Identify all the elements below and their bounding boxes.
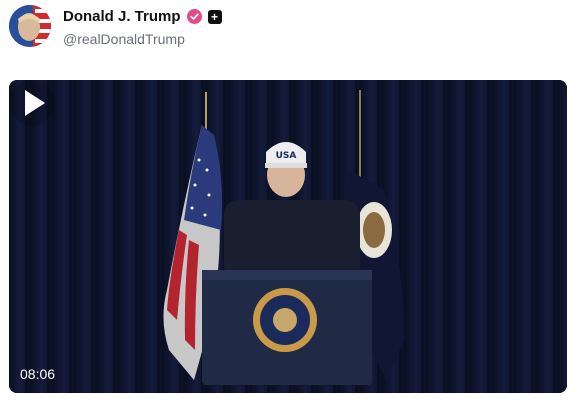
cap-text: USA: [276, 151, 297, 161]
author-row: Donald J. Trump +: [63, 8, 222, 25]
video-duration: 08:06: [20, 366, 56, 382]
plus-badge-icon: +: [207, 9, 222, 24]
post-header: Donald J. Trump + @realDonaldTrump: [0, 0, 583, 60]
video-player[interactable]: USA 08:06: [9, 80, 567, 393]
video-frame: USA: [9, 80, 567, 393]
avatar[interactable]: [9, 5, 51, 47]
author-name[interactable]: Donald J. Trump: [63, 8, 181, 25]
verified-badge-icon: [186, 9, 202, 24]
play-icon[interactable]: [9, 80, 55, 126]
author-handle[interactable]: @realDonaldTrump: [63, 31, 185, 47]
